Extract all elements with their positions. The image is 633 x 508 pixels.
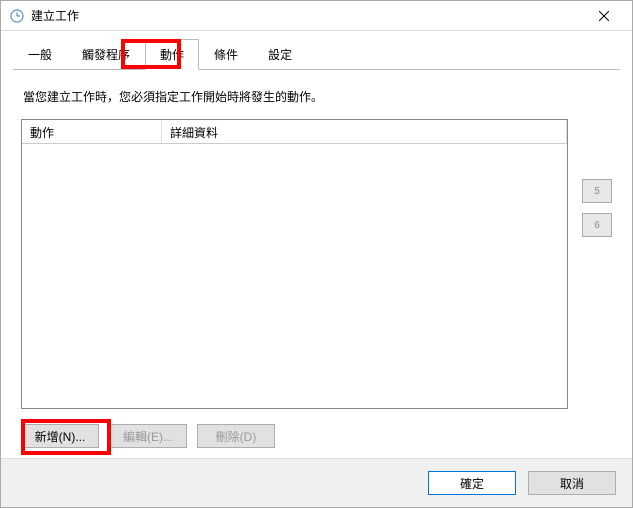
new-button[interactable]: 新增(N)... [21, 424, 99, 448]
main-area: 動作 詳細資料 5 6 [13, 119, 620, 410]
content-area: 一般 觸發程序 動作 條件 設定 當您建立工作時，您必須指定工作開始時將發生的動… [1, 31, 632, 458]
tab-actions[interactable]: 動作 [145, 39, 199, 70]
actions-table[interactable]: 動作 詳細資料 [21, 119, 568, 409]
tab-triggers[interactable]: 觸發程序 [67, 39, 145, 69]
ok-button[interactable]: 確定 [428, 471, 516, 495]
tab-general[interactable]: 一般 [13, 39, 67, 69]
table-header: 動作 詳細資料 [22, 120, 567, 144]
create-task-dialog: 建立工作 一般 觸發程序 動作 條件 設定 當您建立工作時，您必須指定工作開始時… [0, 0, 633, 508]
move-down-button[interactable]: 6 [582, 213, 612, 237]
reorder-buttons: 5 6 [582, 119, 612, 410]
cancel-button[interactable]: 取消 [528, 471, 616, 495]
dialog-footer: 確定 取消 [1, 458, 632, 507]
tab-settings[interactable]: 設定 [253, 39, 307, 69]
edit-button[interactable]: 編輯(E)... [109, 424, 187, 448]
move-up-button[interactable]: 5 [582, 179, 612, 203]
delete-button[interactable]: 刪除(D) [197, 424, 275, 448]
action-button-row: 新增(N)... 編輯(E)... 刪除(D) [13, 410, 620, 458]
tab-description: 當您建立工作時，您必須指定工作開始時將發生的動作。 [13, 70, 620, 119]
tab-conditions[interactable]: 條件 [199, 39, 253, 69]
close-button[interactable] [584, 2, 624, 30]
column-details[interactable]: 詳細資料 [162, 120, 567, 143]
column-action[interactable]: 動作 [22, 120, 162, 143]
titlebar: 建立工作 [1, 1, 632, 31]
clock-icon [9, 8, 25, 24]
dialog-title: 建立工作 [31, 7, 584, 24]
tab-strip: 一般 觸發程序 動作 條件 設定 [13, 39, 620, 70]
